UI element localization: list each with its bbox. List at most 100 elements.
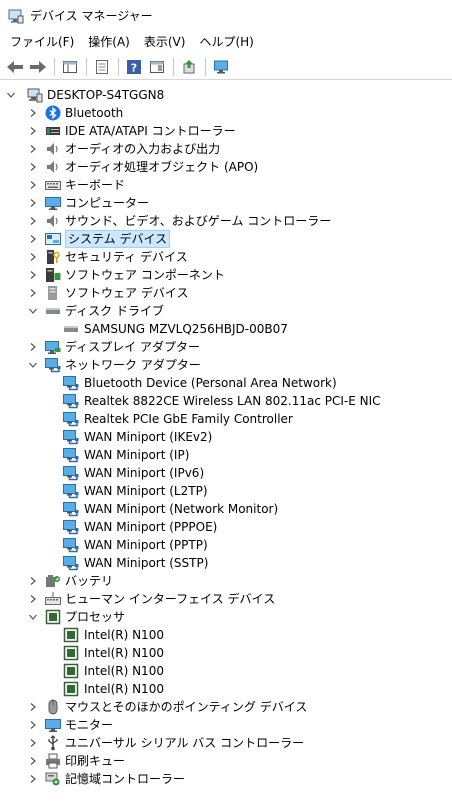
chevron-down-icon[interactable]: [28, 360, 38, 370]
tree-device-14-7[interactable]: WAN Miniport (L2TP): [0, 482, 452, 500]
chevron-right-icon[interactable]: [28, 108, 38, 118]
tree-category-15[interactable]: バッテリ: [0, 572, 452, 590]
tree-device-17-4[interactable]: Intel(R) N100: [0, 680, 452, 698]
tree-item-label: ヒューマン インターフェイス デバイス: [65, 592, 276, 606]
tree-category-16[interactable]: ヒューマン インターフェイス デバイス: [0, 590, 452, 608]
tree-category-9[interactable]: セキュリティ デバイス: [0, 248, 452, 266]
network-device-icon: [63, 394, 79, 409]
properties-button[interactable]: [91, 56, 113, 78]
tree-device-14-11[interactable]: WAN Miniport (SSTP): [0, 554, 452, 572]
tree-item-label: WAN Miniport (Network Monitor): [84, 502, 279, 516]
tree-category-13[interactable]: ディスプレイ アダプター: [0, 338, 452, 356]
tree-item-label: ソフトウェア コンポーネント: [65, 268, 225, 282]
forward-button[interactable]: [27, 56, 49, 78]
window-title: デバイス マネージャー: [30, 9, 153, 23]
speaker-icon: [47, 161, 58, 173]
tree-category-20[interactable]: ユニバーサル シリアル バス コントローラー: [0, 734, 452, 752]
tree-device-14-10[interactable]: WAN Miniport (PPTP): [0, 536, 452, 554]
chevron-right-icon[interactable]: [28, 702, 38, 712]
chevron-down-icon[interactable]: [28, 306, 38, 316]
monitor-icon: [45, 719, 61, 732]
chevron-right-icon[interactable]: [28, 126, 38, 136]
tree-category-1[interactable]: Bluetooth: [0, 104, 452, 122]
device-manager-icon: [8, 9, 24, 24]
chevron-right-icon[interactable]: [28, 576, 38, 586]
chevron-right-icon[interactable]: [28, 198, 38, 208]
tree-device-17-1[interactable]: Intel(R) N100: [0, 626, 452, 644]
tree-item-label: システム デバイス: [65, 230, 171, 248]
tree-item-label: 印刷キュー: [65, 754, 126, 768]
menu-help[interactable]: ヘルプ(H): [192, 32, 260, 52]
chevron-right-icon[interactable]: [28, 216, 38, 226]
menu-action[interactable]: 操作(A): [81, 32, 137, 52]
tree-device-14-2[interactable]: Realtek 8822CE Wireless LAN 802.11ac PCI…: [0, 392, 452, 410]
tree-device-14-6[interactable]: WAN Miniport (IPv6): [0, 464, 452, 482]
chevron-right-icon[interactable]: [28, 144, 38, 154]
tree-device-14-1[interactable]: Bluetooth Device (Personal Area Network): [0, 374, 452, 392]
chevron-right-icon[interactable]: [28, 270, 38, 280]
tree-item-label: モニター: [65, 718, 114, 732]
tree-category-11[interactable]: ソフトウェア デバイス: [0, 284, 452, 302]
tree-category-7[interactable]: サウンド、ビデオ、およびゲーム コントローラー: [0, 212, 452, 230]
tree-device-14-8[interactable]: WAN Miniport (Network Monitor): [0, 500, 452, 518]
tree-category-19[interactable]: モニター: [0, 716, 452, 734]
help-icon: ?: [127, 59, 141, 74]
hid-icon: [45, 592, 61, 605]
tree-device-14-5[interactable]: WAN Miniport (IP): [0, 446, 452, 464]
chevron-right-icon[interactable]: [28, 594, 38, 604]
tree-item-label: バッテリ: [65, 574, 114, 588]
tree-device-17-3[interactable]: Intel(R) N100: [0, 662, 452, 680]
update-driver-button[interactable]: [178, 56, 200, 78]
tree-device-14-3[interactable]: Realtek PCIe GbE Family Controller: [0, 410, 452, 428]
tree-category-22[interactable]: 記憶域コントローラー: [0, 770, 452, 788]
forward-icon: [30, 60, 46, 73]
menu-file[interactable]: ファイル(F): [3, 32, 81, 52]
tree-item-label: IDE ATA/ATAPI コントローラー: [65, 124, 236, 138]
tree-item-label: Realtek 8822CE Wireless LAN 802.11ac PCI…: [84, 394, 381, 408]
tree-category-2[interactable]: IDE ATA/ATAPI コントローラー: [0, 122, 452, 140]
processor-icon: [63, 681, 79, 697]
tree-category-18[interactable]: マウスとそのほかのポインティング デバイス: [0, 698, 452, 716]
chevron-right-icon[interactable]: [28, 738, 38, 748]
tree-item-label: Bluetooth: [65, 106, 124, 120]
show-hide-console-tree-button[interactable]: [59, 56, 81, 78]
tree-item-label: WAN Miniport (SSTP): [84, 556, 209, 570]
tree-device-17-2[interactable]: Intel(R) N100: [0, 644, 452, 662]
tree-category-6[interactable]: コンピューター: [0, 194, 452, 212]
chevron-right-icon[interactable]: [28, 288, 38, 298]
tree-device-12-1[interactable]: SAMSUNG MZVLQ256HBJD-00B07: [0, 320, 452, 338]
processor-icon: [63, 645, 79, 661]
chevron-right-icon[interactable]: [28, 756, 38, 766]
security-icon: [47, 250, 60, 264]
chevron-right-icon[interactable]: [28, 720, 38, 730]
tree-item-label: ネットワーク アダプター: [65, 358, 201, 372]
tree-category-21[interactable]: 印刷キュー: [0, 752, 452, 770]
help-button[interactable]: ?: [123, 56, 145, 78]
tree-device-14-4[interactable]: WAN Miniport (IKEv2): [0, 428, 452, 446]
chevron-right-icon[interactable]: [28, 180, 38, 190]
scan-hardware-button[interactable]: [210, 56, 232, 78]
chevron-down-icon[interactable]: [28, 612, 38, 622]
tree-item-label: サウンド、ビデオ、およびゲーム コントローラー: [65, 214, 332, 228]
tree-device-14-9[interactable]: WAN Miniport (PPPOE): [0, 518, 452, 536]
chevron-down-icon[interactable]: [6, 90, 16, 100]
chevron-right-icon[interactable]: [28, 162, 38, 172]
tree-category-14[interactable]: ネットワーク アダプター: [0, 356, 452, 374]
chevron-right-icon[interactable]: [28, 774, 38, 784]
processor-icon: [63, 663, 79, 679]
tree-category-4[interactable]: オーディオ処理オブジェクト (APO): [0, 158, 452, 176]
menu-view[interactable]: 表示(V): [137, 32, 193, 52]
tree-category-8[interactable]: システム デバイス: [0, 230, 452, 248]
show-action-pane-button[interactable]: [146, 56, 168, 78]
chevron-right-icon[interactable]: [28, 252, 38, 262]
chevron-right-icon[interactable]: [28, 234, 38, 244]
tree-category-5[interactable]: キーボード: [0, 176, 452, 194]
tree-root-computer[interactable]: DESKTOP-S4TGGN8: [0, 86, 452, 104]
chevron-right-icon[interactable]: [28, 342, 38, 352]
tree-item-label: Intel(R) N100: [84, 664, 164, 678]
tree-category-3[interactable]: オーディオの入力および出力: [0, 140, 452, 158]
tree-category-17[interactable]: プロセッサ: [0, 608, 452, 626]
tree-category-10[interactable]: ソフトウェア コンポーネント: [0, 266, 452, 284]
tree-category-12[interactable]: ディスク ドライブ: [0, 302, 452, 320]
back-button[interactable]: [4, 56, 26, 78]
